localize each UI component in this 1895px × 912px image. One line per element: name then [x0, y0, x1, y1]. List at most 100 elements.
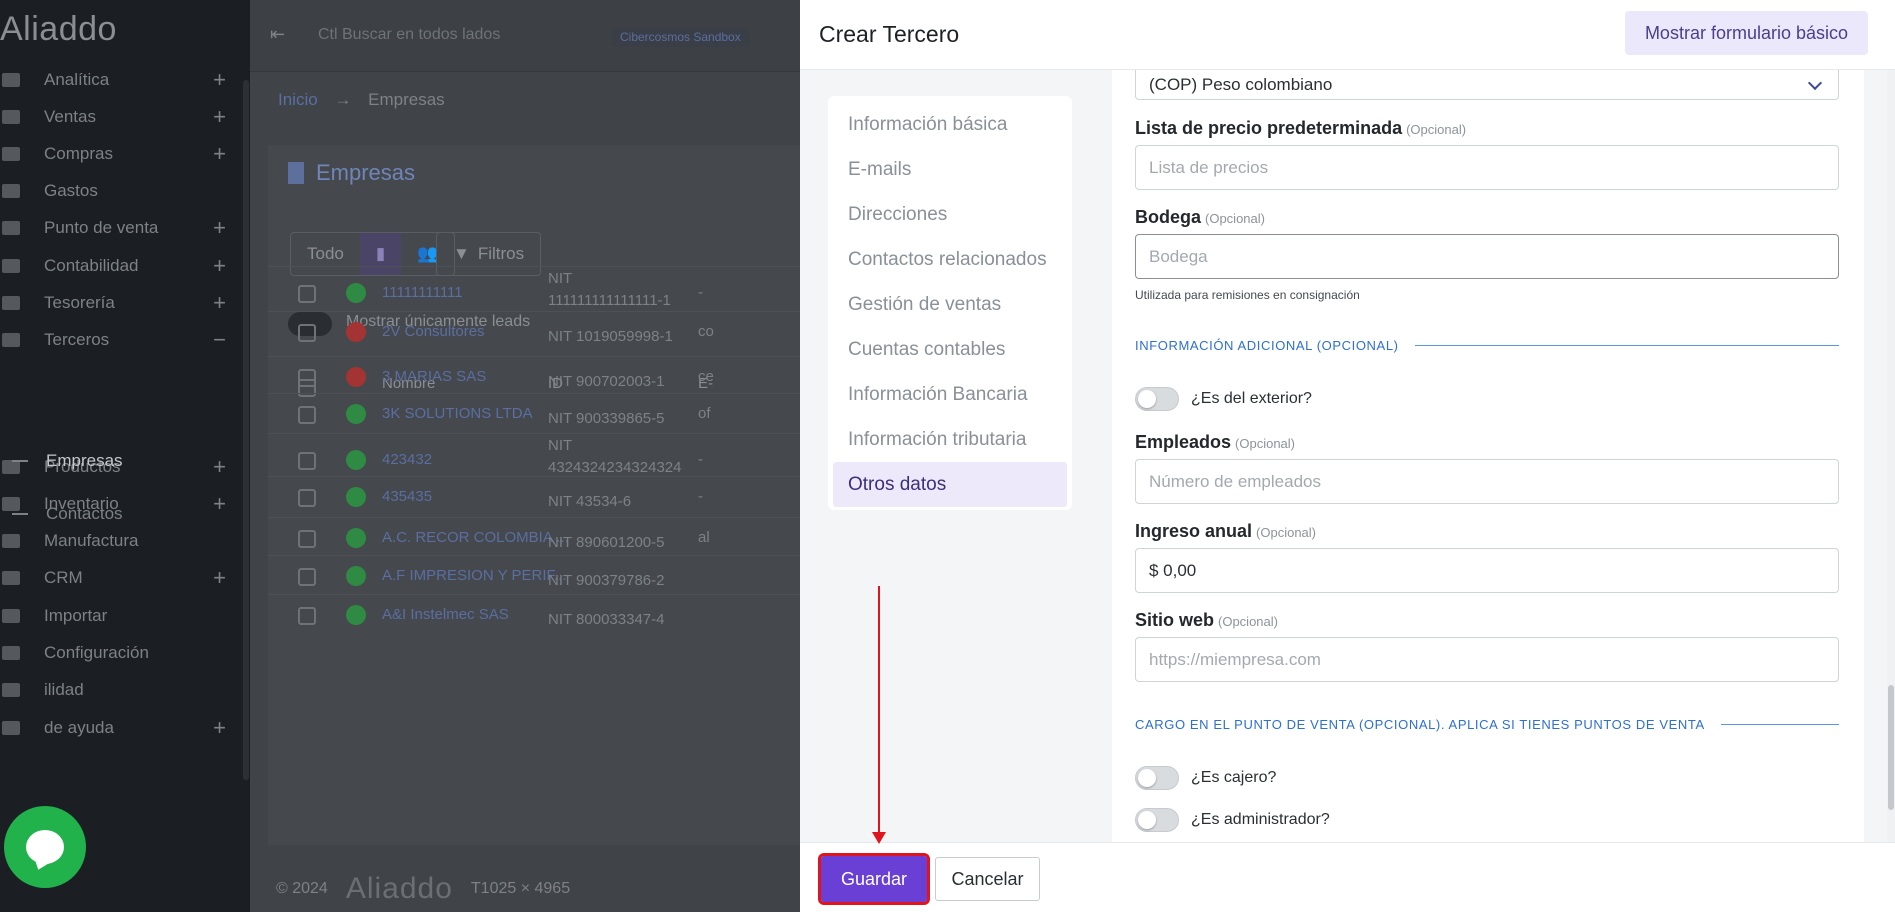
- row-name[interactable]: 435435: [382, 488, 432, 505]
- save-button[interactable]: Guardar: [818, 853, 930, 905]
- expand-icon[interactable]: +: [213, 290, 226, 316]
- menu-icon: [2, 73, 20, 87]
- expand-icon[interactable]: +: [213, 215, 226, 241]
- sidebar-item-15[interactable]: de ayuda +: [0, 713, 240, 743]
- foreign-toggle[interactable]: ¿Es del exterior?: [1135, 387, 1312, 411]
- status-icon: [346, 528, 366, 548]
- section-nav-item[interactable]: Contactos relacionados: [833, 237, 1067, 282]
- sidebar-subitem-contactos[interactable]: Contactos: [12, 504, 123, 524]
- section-nav-item[interactable]: Direcciones: [833, 192, 1067, 237]
- toggle-switch[interactable]: [1135, 766, 1179, 790]
- sidebar-item-3[interactable]: Gastos: [0, 176, 240, 206]
- row-checkbox[interactable]: [298, 406, 316, 424]
- section-nav-item[interactable]: Información Bancaria: [833, 372, 1067, 417]
- row-checkbox[interactable]: [298, 369, 316, 387]
- app-logo: Aliaddo: [0, 10, 117, 48]
- chevron-down-icon: [1807, 75, 1823, 91]
- annual-income-label: Ingreso anual (Opcional): [1135, 521, 1316, 541]
- table-row[interactable]: A.C. RECOR COLOMBIA ... NIT 890601200-5 al: [268, 517, 800, 557]
- toggle-switch[interactable]: [1135, 808, 1179, 832]
- admin-toggle[interactable]: ¿Es administrador?: [1135, 808, 1330, 832]
- cashier-toggle[interactable]: ¿Es cajero?: [1135, 766, 1276, 790]
- breadcrumb-home[interactable]: Inicio: [278, 90, 318, 109]
- website-input[interactable]: https://miempresa.com: [1135, 637, 1839, 682]
- modal-scrollbar[interactable]: [1887, 70, 1895, 842]
- sidebar-item-1[interactable]: Ventas +: [0, 102, 240, 132]
- table-row[interactable]: 11111111111 NIT 111111111111111-1 -: [268, 266, 800, 316]
- section-nav-item[interactable]: E-mails: [833, 147, 1067, 192]
- sidebar-item-13[interactable]: Configuración: [0, 638, 240, 668]
- collapse-icon[interactable]: ⇤: [270, 24, 285, 45]
- annual-income-input[interactable]: $ 0,00: [1135, 548, 1839, 593]
- menu-icon: [2, 721, 20, 735]
- sidebar-item-10[interactable]: Manufactura: [0, 526, 240, 556]
- toggle-switch[interactable]: [1135, 387, 1179, 411]
- row-checkbox[interactable]: [298, 530, 316, 548]
- table-row[interactable]: 435435 NIT 43534-6 -: [268, 476, 800, 516]
- expand-icon[interactable]: +: [213, 454, 226, 480]
- row-id: NIT 900702003-1: [548, 373, 665, 390]
- page-title: Empresas: [288, 160, 415, 186]
- form-panel: (COP) Peso colombiano Lista de precio pr…: [1112, 70, 1864, 842]
- row-name[interactable]: A.F IMPRESION Y PERIF...: [382, 567, 567, 584]
- sidebar-item-2[interactable]: Compras +: [0, 139, 240, 169]
- section-nav-item[interactable]: Otros datos: [833, 462, 1067, 507]
- warehouse-input[interactable]: Bodega: [1135, 234, 1839, 279]
- price-list-input[interactable]: Lista de precios: [1135, 145, 1839, 190]
- section-nav-item[interactable]: Cuentas contables: [833, 327, 1067, 372]
- sidebar-item-0[interactable]: Analítica +: [0, 65, 240, 95]
- row-email: co: [698, 323, 714, 340]
- sidebar-item-14[interactable]: ilidad: [0, 675, 240, 705]
- breadcrumb-separator: →: [334, 90, 352, 109]
- expand-icon[interactable]: +: [213, 67, 226, 93]
- expand-icon[interactable]: +: [213, 565, 226, 591]
- row-checkbox[interactable]: [298, 452, 316, 470]
- row-name[interactable]: 423432: [382, 451, 432, 468]
- section-additional-info: INFORMACIÓN ADICIONAL (OPCIONAL): [1135, 338, 1839, 353]
- row-id: NIT 900379786-2: [548, 572, 665, 589]
- table-row[interactable]: 2V Consultores NIT 1019059998-1 co: [268, 311, 800, 351]
- expand-icon[interactable]: +: [213, 253, 226, 279]
- section-nav-item[interactable]: Información tributaria: [833, 417, 1067, 462]
- sidebar-item-4[interactable]: Punto de venta +: [0, 213, 240, 243]
- sidebar-item-5[interactable]: Contabilidad +: [0, 251, 240, 281]
- row-name[interactable]: 2V Consultores: [382, 323, 485, 340]
- global-search[interactable]: Ctl Buscar en todos lados: [318, 26, 500, 44]
- currency-select[interactable]: (COP) Peso colombiano: [1135, 70, 1839, 100]
- sidebar-subitem-empresas[interactable]: Empresas: [12, 451, 123, 471]
- expand-icon[interactable]: +: [213, 104, 226, 130]
- cancel-button[interactable]: Cancelar: [935, 857, 1040, 901]
- section-nav-item[interactable]: Gestión de ventas: [833, 282, 1067, 327]
- sidebar-item-11[interactable]: CRM +: [0, 563, 240, 593]
- row-name[interactable]: 11111111111: [382, 284, 463, 301]
- companies-card: Empresas Todo ▮ 👥 ▼ Filtros Mostrar únic…: [268, 145, 800, 845]
- employees-input[interactable]: Número de empleados: [1135, 459, 1839, 504]
- sidebar-scrollbar[interactable]: [243, 80, 249, 780]
- expand-icon[interactable]: −: [213, 327, 226, 353]
- table-row[interactable]: A.F IMPRESION Y PERIF... NIT 900379786-2: [268, 555, 800, 595]
- table-row[interactable]: 3 MARIAS SAS NIT 900702003-1 ce: [268, 356, 800, 396]
- show-basic-form-button[interactable]: Mostrar formulario básico: [1624, 11, 1868, 55]
- row-name[interactable]: A.C. RECOR COLOMBIA ...: [382, 529, 569, 546]
- row-checkbox[interactable]: [298, 568, 316, 586]
- table-row[interactable]: 3K SOLUTIONS LTDA NIT 900339865-5 of: [268, 393, 800, 433]
- company-badge[interactable]: Cibercosmos Sandbox: [612, 27, 749, 47]
- sidebar-item-12[interactable]: Importar: [0, 601, 240, 631]
- row-checkbox[interactable]: [298, 324, 316, 342]
- table-row[interactable]: A&I Instelmec SAS NIT 800033347-4: [268, 594, 800, 634]
- topbar: ⇤ Ctl Buscar en todos lados Cibercosmos …: [250, 0, 800, 72]
- row-checkbox[interactable]: [298, 607, 316, 625]
- row-checkbox[interactable]: [298, 489, 316, 507]
- expand-icon[interactable]: +: [213, 491, 226, 517]
- sidebar-item-6[interactable]: Tesorería +: [0, 288, 240, 318]
- section-nav-item[interactable]: Información básica: [833, 102, 1067, 147]
- expand-icon[interactable]: +: [213, 141, 226, 167]
- row-name[interactable]: A&I Instelmec SAS: [382, 606, 509, 623]
- row-name[interactable]: 3K SOLUTIONS LTDA: [382, 405, 533, 422]
- chat-button[interactable]: [4, 806, 86, 888]
- scrollbar-thumb[interactable]: [1888, 685, 1894, 810]
- row-checkbox[interactable]: [298, 285, 316, 303]
- expand-icon[interactable]: +: [213, 715, 226, 741]
- row-name[interactable]: 3 MARIAS SAS: [382, 368, 486, 385]
- sidebar-item-7[interactable]: Terceros −: [0, 325, 240, 355]
